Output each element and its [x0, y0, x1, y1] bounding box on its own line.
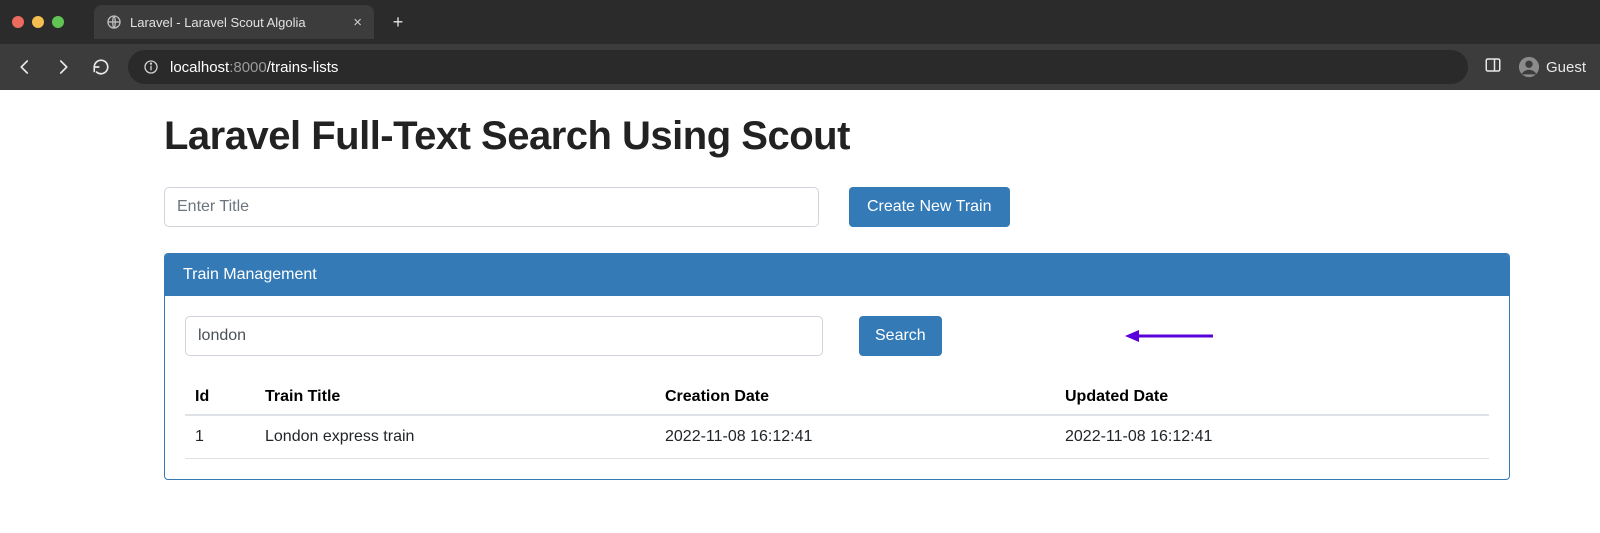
arrow-annotation	[1125, 328, 1215, 344]
url-host: localhost	[170, 59, 229, 76]
search-input[interactable]	[185, 316, 823, 356]
profile-label: Guest	[1546, 59, 1586, 76]
close-tab-icon[interactable]: ×	[353, 15, 362, 30]
search-button[interactable]: Search	[859, 316, 942, 356]
url-port: :8000	[229, 59, 267, 76]
tab-strip: Laravel - Laravel Scout Algolia × +	[0, 0, 1600, 44]
window-maximize-button[interactable]	[52, 16, 64, 28]
user-icon	[1518, 56, 1540, 78]
url-path: /trains-lists	[267, 59, 339, 76]
address-bar[interactable]: localhost:8000/trains-lists	[128, 50, 1468, 84]
window-minimize-button[interactable]	[32, 16, 44, 28]
table-row: 1 London express train 2022-11-08 16:12:…	[185, 415, 1489, 459]
url-text: localhost:8000/trains-lists	[170, 59, 338, 76]
column-updated: Updated Date	[1055, 380, 1489, 415]
site-info-icon[interactable]	[142, 58, 160, 76]
cell-title: London express train	[255, 415, 655, 459]
forward-button[interactable]	[52, 56, 74, 78]
browser-chrome: Laravel - Laravel Scout Algolia × + loca…	[0, 0, 1600, 90]
column-title: Train Title	[255, 380, 655, 415]
page-content: Laravel Full-Text Search Using Scout Cre…	[0, 90, 1600, 480]
search-row: Search	[185, 316, 1489, 356]
title-input[interactable]	[164, 187, 819, 227]
new-tab-button[interactable]: +	[384, 8, 412, 36]
page-title: Laravel Full-Text Search Using Scout	[164, 114, 1510, 159]
browser-toolbar: localhost:8000/trains-lists Guest	[0, 44, 1600, 90]
cell-updated: 2022-11-08 16:12:41	[1055, 415, 1489, 459]
back-button[interactable]	[14, 56, 36, 78]
column-created: Creation Date	[655, 380, 1055, 415]
panel-toggle-icon[interactable]	[1484, 56, 1502, 79]
train-management-panel: Train Management Search Id	[164, 253, 1510, 480]
panel-header: Train Management	[165, 254, 1509, 296]
cell-created: 2022-11-08 16:12:41	[655, 415, 1055, 459]
table-header-row: Id Train Title Creation Date Updated Dat…	[185, 380, 1489, 415]
profile-button[interactable]: Guest	[1518, 56, 1586, 78]
toolbar-right: Guest	[1484, 56, 1586, 79]
browser-tab[interactable]: Laravel - Laravel Scout Algolia ×	[94, 5, 374, 39]
window-close-button[interactable]	[12, 16, 24, 28]
trains-table: Id Train Title Creation Date Updated Dat…	[185, 380, 1489, 459]
globe-icon	[106, 14, 122, 30]
window-controls	[12, 16, 64, 28]
create-train-button[interactable]: Create New Train	[849, 187, 1010, 227]
panel-body: Search Id Train Title Creation Date	[165, 296, 1509, 479]
column-id: Id	[185, 380, 255, 415]
reload-button[interactable]	[90, 56, 112, 78]
top-controls: Create New Train	[164, 187, 1510, 227]
cell-id: 1	[185, 415, 255, 459]
tab-title: Laravel - Laravel Scout Algolia	[130, 15, 345, 30]
